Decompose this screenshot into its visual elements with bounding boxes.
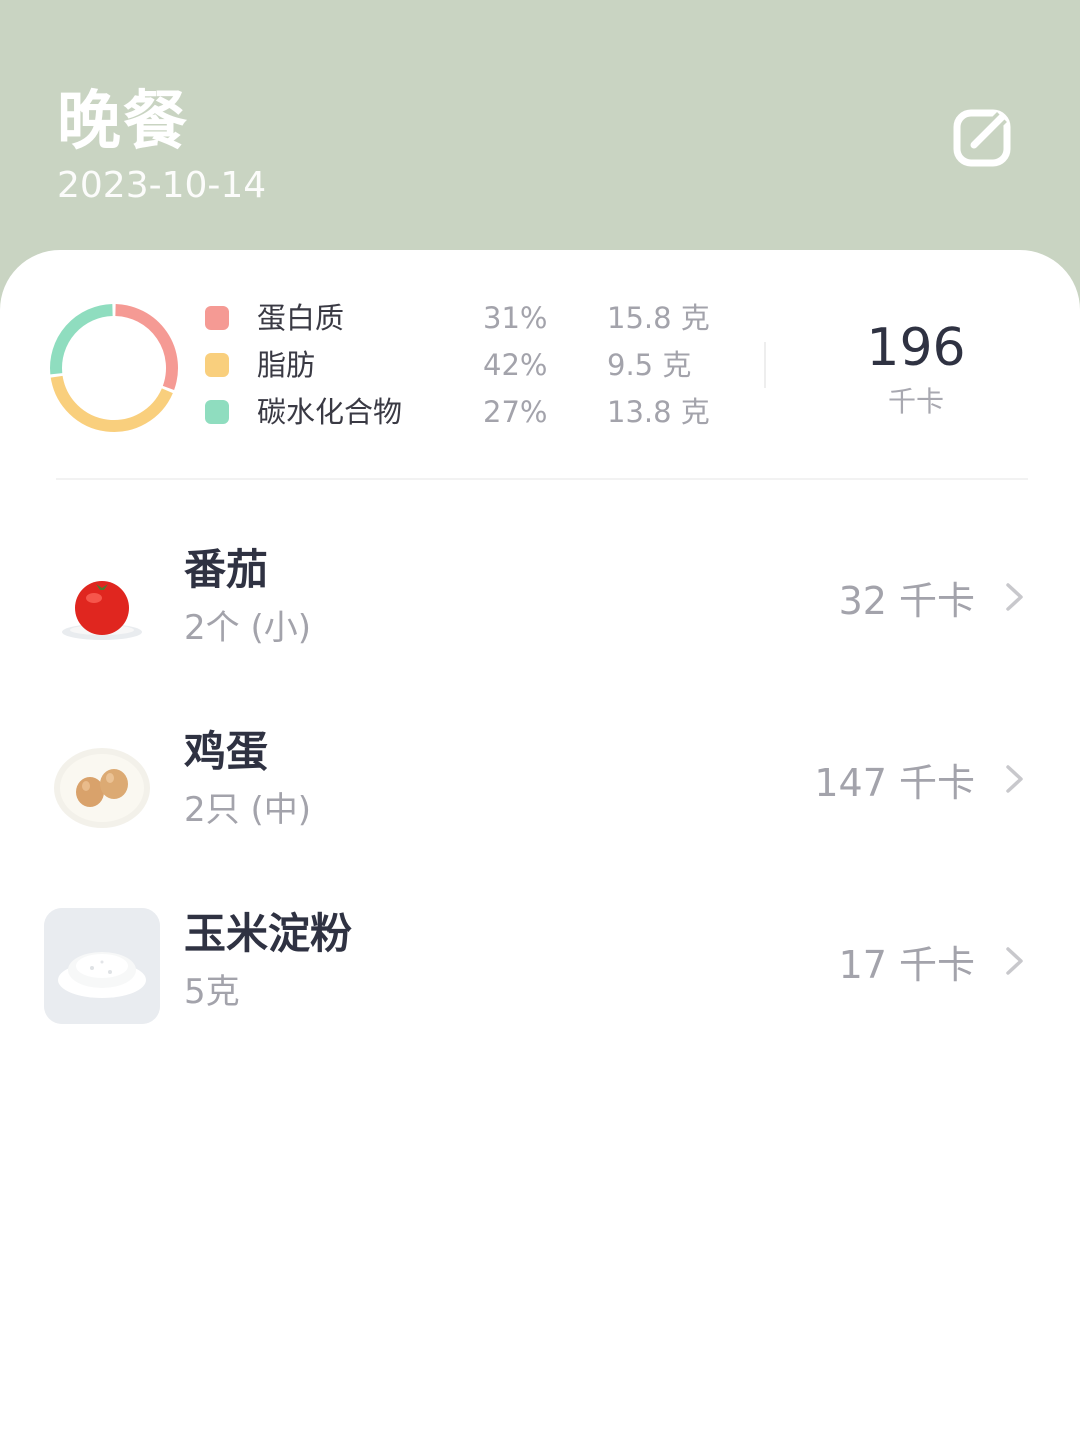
cornstarch-icon [44, 908, 160, 1024]
legend-name: 蛋白质 [257, 301, 345, 335]
legend-amount: 15.8 克 [607, 301, 710, 335]
legend-percent: 27% [483, 395, 548, 429]
food-name: 玉米淀粉 [184, 909, 353, 958]
food-item-tomato[interactable]: 番茄 2个 (小) 32 千卡 [0, 522, 1080, 682]
legend-amount: 13.8 克 [607, 395, 710, 429]
fat-dot [205, 353, 229, 377]
calories-unit: 千卡 [887, 385, 944, 418]
header: 晚餐 2023-10-14 [0, 0, 1080, 290]
food-quantity: 2个 (小) [184, 608, 311, 648]
food-quantity: 5克 [184, 972, 240, 1012]
eggs-icon [54, 748, 150, 828]
legend-row-carbs: 碳水化合物 27% 13.8 克 [205, 392, 725, 432]
edit-button[interactable] [952, 105, 1016, 169]
legend-percent: 42% [483, 348, 548, 382]
summary-divider [56, 478, 1028, 480]
legend-amount: 9.5 克 [607, 348, 692, 382]
meal-card: 蛋白质 31% 15.8 克 脂肪 42% 9.5 克 碳水化合物 27% 13… [0, 250, 1080, 1439]
page-title: 晚餐 [57, 85, 189, 159]
chevron-right-icon [1006, 583, 1023, 611]
food-calories: 32 千卡 [838, 579, 975, 623]
carbs-dot [205, 400, 229, 424]
donut-segment-0 [115, 304, 178, 390]
food-thumbnail [44, 726, 160, 842]
food-thumbnail [44, 544, 160, 660]
donut-segment-2 [50, 304, 113, 375]
legend-name: 碳水化合物 [257, 395, 403, 429]
chevron-right-icon [1006, 765, 1023, 793]
food-quantity: 2只 (中) [184, 790, 311, 830]
vertical-divider [764, 342, 766, 388]
food-calories: 147 千卡 [814, 761, 975, 805]
food-thumbnail [44, 908, 160, 1024]
donut-segment-1 [50, 375, 173, 432]
legend-row-protein: 蛋白质 31% 15.8 克 [205, 298, 725, 338]
macro-donut-chart [50, 304, 178, 432]
chevron-right-icon [1006, 947, 1023, 975]
legend-row-fat: 脂肪 42% 9.5 克 [205, 345, 725, 385]
total-calories: 196 [866, 318, 966, 378]
tomato-icon [62, 581, 142, 640]
food-calories: 17 千卡 [838, 943, 975, 987]
legend-name: 脂肪 [257, 348, 316, 382]
food-item-eggs[interactable]: 鸡蛋 2只 (中) 147 千卡 [0, 704, 1080, 864]
edit-icon [953, 109, 1011, 167]
food-name: 番茄 [184, 545, 269, 594]
meal-date: 2023-10-14 [57, 165, 267, 206]
food-name: 鸡蛋 [184, 727, 269, 776]
protein-dot [205, 306, 229, 330]
legend-percent: 31% [483, 301, 548, 335]
food-item-cornstarch[interactable]: 玉米淀粉 5克 17 千卡 [0, 886, 1080, 1046]
